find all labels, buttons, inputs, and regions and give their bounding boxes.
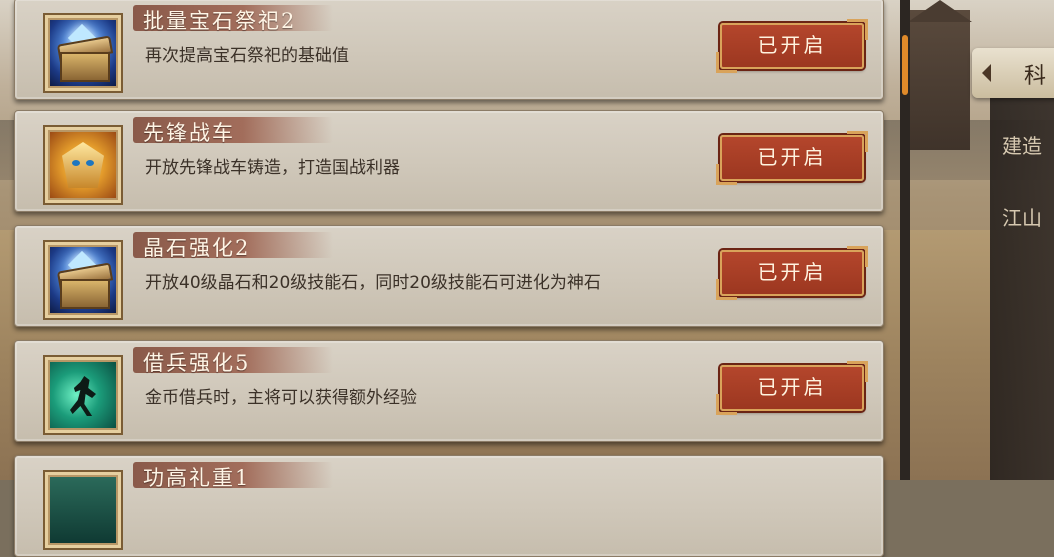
side-menu-item-jiangshan[interactable]: 江山 <box>1002 202 1042 231</box>
dragon-emblem-icon <box>50 132 116 198</box>
collapse-arrow-icon[interactable] <box>982 64 991 82</box>
reward-icon <box>50 477 116 543</box>
status-opened-button[interactable]: 已开启 <box>716 246 868 300</box>
tech-title: 先锋战车 <box>143 121 235 145</box>
tech-card: 晶石强化2 开放40级晶石和20级技能石，同时20级技能石可进化为神石 已开启 <box>14 225 884 327</box>
tech-icon-frame <box>43 13 123 93</box>
side-tab-label: 科 <box>1024 64 1047 89</box>
tech-description: 金币借兵时，主将可以获得额外经验 <box>145 388 417 408</box>
tech-title: 借兵强化5 <box>143 351 251 375</box>
tech-title: 批量宝石祭祀2 <box>143 9 297 33</box>
watchtower <box>910 10 970 150</box>
tech-title: 晶石强化2 <box>143 236 251 260</box>
tech-title: 功高礼重1 <box>143 466 251 490</box>
tech-card: 功高礼重1 <box>14 455 884 557</box>
runner-icon <box>50 362 116 428</box>
tech-icon-frame <box>43 470 123 550</box>
tech-list[interactable]: 批量宝石祭祀2 再次提高宝石祭祀的基础值 已开启 先锋战车 开放先锋战车铸造，打… <box>14 0 886 557</box>
tech-description: 再次提高宝石祭祀的基础值 <box>145 46 349 66</box>
tech-card: 批量宝石祭祀2 再次提高宝石祭祀的基础值 已开启 <box>14 0 884 100</box>
tech-icon-frame <box>43 125 123 205</box>
list-scrollbar-thumb[interactable] <box>902 35 908 95</box>
treasure-chest-icon <box>50 20 116 86</box>
side-tab-active[interactable]: 科 <box>972 48 1054 98</box>
tech-card: 借兵强化5 金币借兵时，主将可以获得额外经验 已开启 <box>14 340 884 442</box>
tech-icon-frame <box>43 240 123 320</box>
treasure-chest-icon <box>50 247 116 313</box>
tech-description: 开放40级晶石和20级技能石，同时20级技能石可进化为神石 <box>145 273 601 293</box>
tech-card: 先锋战车 开放先锋战车铸造，打造国战利器 已开启 <box>14 110 884 212</box>
side-menu-item-build[interactable]: 建造 <box>1002 130 1042 159</box>
tech-icon-frame <box>43 355 123 435</box>
tech-description: 开放先锋战车铸造，打造国战利器 <box>145 158 400 178</box>
status-opened-button[interactable]: 已开启 <box>716 19 868 73</box>
status-opened-button[interactable]: 已开启 <box>716 361 868 415</box>
status-opened-button[interactable]: 已开启 <box>716 131 868 185</box>
